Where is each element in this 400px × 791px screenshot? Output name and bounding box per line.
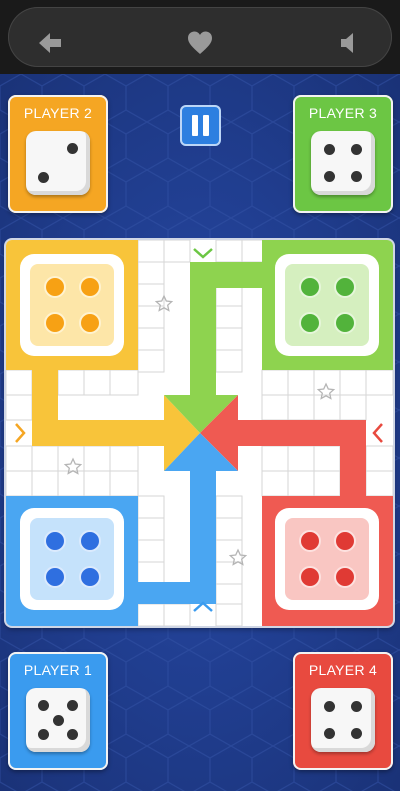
chevron-down-icon bbox=[193, 248, 213, 259]
player-4-dice[interactable] bbox=[311, 688, 375, 752]
back-arrow-icon[interactable] bbox=[36, 29, 64, 57]
top-toolbar bbox=[8, 7, 392, 67]
player-1-card: PLAYER 1 bbox=[8, 652, 108, 770]
chevron-left-icon bbox=[372, 423, 383, 443]
chevron-right-icon bbox=[15, 423, 26, 443]
top-bar bbox=[0, 0, 400, 74]
player-2-dice[interactable] bbox=[26, 131, 90, 195]
green-home-yard bbox=[262, 240, 393, 370]
red-home-yard bbox=[262, 496, 393, 626]
heart-icon[interactable] bbox=[186, 29, 214, 57]
speaker-icon[interactable] bbox=[336, 29, 364, 57]
player-3-dice[interactable] bbox=[311, 131, 375, 195]
player-2-label: PLAYER 2 bbox=[23, 105, 93, 121]
chevron-up-icon bbox=[193, 601, 213, 612]
player-2-card: PLAYER 2 bbox=[8, 95, 108, 213]
player-1-label: PLAYER 1 bbox=[23, 662, 93, 678]
player-4-card: PLAYER 4 bbox=[293, 652, 393, 770]
yellow-home-yard bbox=[6, 240, 138, 370]
blue-home-yard bbox=[6, 496, 138, 626]
pause-button[interactable] bbox=[180, 105, 221, 146]
player-4-label: PLAYER 4 bbox=[308, 662, 378, 678]
player-3-label: PLAYER 3 bbox=[308, 105, 378, 121]
player-1-dice[interactable] bbox=[26, 688, 90, 752]
ludo-board bbox=[6, 240, 393, 626]
player-3-card: PLAYER 3 bbox=[293, 95, 393, 213]
